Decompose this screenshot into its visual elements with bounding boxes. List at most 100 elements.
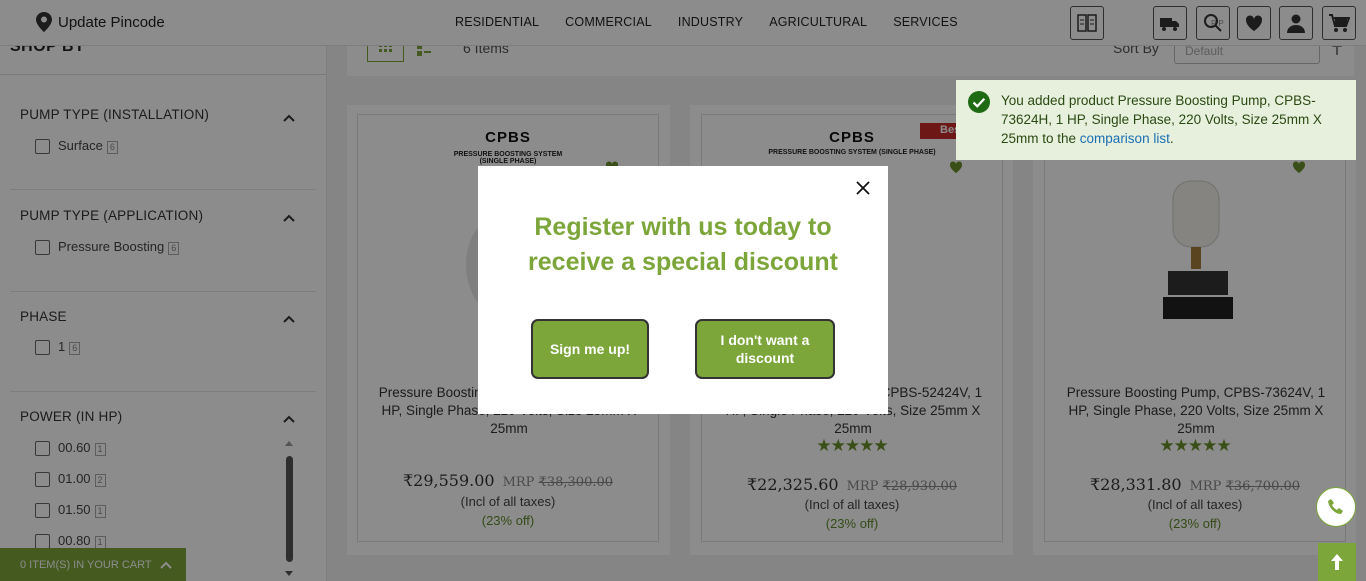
heart-icon[interactable]	[1291, 159, 1307, 175]
product-card[interactable]: Pressure Boosting Pump, CPBS-73624V, 1 H…	[1044, 114, 1346, 542]
compare-icon	[1077, 14, 1097, 32]
taxes-note: (Incl of all taxes)	[460, 494, 556, 509]
rating-stars: ★★★★★	[1159, 436, 1231, 455]
cart-items-text: 0 ITEM(S) IN YOUR CART	[20, 558, 152, 571]
checkbox[interactable]	[35, 440, 50, 456]
mrp-value: ₹38,300.00	[538, 475, 614, 490]
sign-me-up-button[interactable]: Sign me up!	[531, 319, 649, 379]
mrp-value: ₹28,930.00	[882, 479, 958, 494]
checkbox[interactable]	[35, 239, 50, 255]
nav-commercial[interactable]: COMMERCIAL	[565, 15, 652, 29]
checkbox[interactable]	[35, 471, 50, 487]
search-button[interactable]: P P	[1196, 6, 1230, 40]
chevron-up-icon[interactable]	[282, 414, 296, 424]
user-icon	[1287, 14, 1305, 33]
call-button[interactable]	[1316, 487, 1356, 527]
nav-agricultural[interactable]: AGRICULTURAL	[769, 15, 867, 29]
option-count: 2	[94, 474, 106, 487]
best-badge: Best	[920, 123, 964, 139]
register-discount-modal: Register with us today to receive a spec…	[478, 166, 888, 414]
discount-percent: (23% off)	[481, 513, 535, 528]
option-label: 00.60	[58, 440, 91, 455]
filter-option[interactable]: Surface 6	[35, 138, 118, 154]
phone-icon	[1328, 499, 1343, 514]
taxes-note: (Incl of all taxes)	[804, 497, 900, 512]
divider	[0, 74, 327, 75]
mrp-label: MRP	[846, 479, 879, 494]
checkbox[interactable]	[35, 138, 50, 154]
wishlist-button[interactable]	[1237, 6, 1271, 40]
option-label: 00.80	[58, 533, 91, 548]
checkbox[interactable]	[35, 502, 50, 518]
chevron-up-icon[interactable]	[282, 213, 296, 223]
filter-sidebar: SHOP BY PUMP TYPE (INSTALLATION) Surface…	[0, 38, 327, 581]
product-price: ₹28,331.80	[1089, 475, 1182, 494]
product-price: ₹29,559.00	[402, 471, 495, 490]
price-row: ₹28,331.80 MRP ₹36,700.00	[1045, 475, 1345, 494]
scroll-to-top-button[interactable]	[1318, 543, 1356, 581]
check-circle-icon	[968, 91, 990, 113]
mrp-label: MRP	[1189, 479, 1222, 494]
chevron-up-icon	[159, 561, 172, 569]
heart-icon[interactable]	[948, 159, 964, 175]
option-label: 1	[58, 339, 66, 354]
nav-industry[interactable]: INDUSTRY	[678, 15, 743, 29]
filter-option[interactable]: 01.50 1	[35, 502, 106, 518]
rating-stars: ★★★★★	[816, 436, 888, 455]
filter-option[interactable]: 16	[35, 339, 81, 355]
option-label: 01.00	[58, 471, 91, 486]
close-icon[interactable]	[855, 180, 871, 196]
chevron-up-icon[interactable]	[282, 314, 296, 324]
discount-percent: (23% off)	[825, 516, 879, 531]
mrp-label: MRP	[502, 475, 535, 490]
heart-icon	[1245, 15, 1263, 31]
product-name[interactable]: Pressure Boosting Pump, CPBS-73624V, 1 H…	[1055, 384, 1337, 438]
filter-option[interactable]: 00.60 1	[35, 440, 106, 456]
decline-discount-button[interactable]: I don't want a discount	[695, 319, 835, 379]
filter-title-power[interactable]: POWER (IN HP)	[20, 409, 122, 424]
option-count: 1	[94, 443, 106, 456]
option-label: Surface	[58, 138, 103, 153]
comparison-list-link[interactable]: comparison list	[1080, 131, 1170, 146]
option-count: 1	[94, 505, 106, 518]
update-pincode-link[interactable]: Update Pincode	[36, 12, 165, 32]
delivery-truck-icon	[1160, 18, 1179, 31]
mrp-value: ₹36,700.00	[1225, 479, 1301, 494]
price-row: ₹29,559.00 MRP ₹38,300.00	[358, 471, 658, 490]
location-pin-icon	[36, 12, 52, 32]
product-image[interactable]	[1153, 179, 1239, 329]
mini-cart-bar[interactable]: 0 ITEM(S) IN YOUR CART	[0, 548, 186, 581]
cart-button[interactable]	[1322, 6, 1356, 40]
checkbox[interactable]	[35, 339, 50, 355]
search-hint: P P	[1211, 19, 1224, 28]
nav-services[interactable]: SERVICES	[893, 15, 958, 29]
nav-residential[interactable]: RESIDENTIAL	[455, 15, 539, 29]
compare-button[interactable]	[1070, 6, 1104, 40]
toast-tail: .	[1169, 131, 1174, 146]
option-count: 6	[106, 141, 118, 154]
cart-icon	[1329, 14, 1350, 32]
filter-title-application[interactable]: PUMP TYPE (APPLICATION)	[20, 208, 203, 223]
arrow-up-icon	[1331, 554, 1343, 570]
discount-percent: (23% off)	[1168, 516, 1222, 531]
modal-title: Register with us today to receive a spec…	[528, 213, 838, 276]
option-label: 01.50	[58, 502, 91, 517]
price-row: ₹22,325.60 MRP ₹28,930.00	[702, 475, 1002, 494]
scrollbar-thumb[interactable]	[286, 456, 293, 562]
account-button[interactable]	[1279, 6, 1313, 40]
delivery-button[interactable]	[1153, 6, 1187, 40]
option-count: 6	[69, 342, 81, 355]
taxes-note: (Incl of all taxes)	[1147, 497, 1243, 512]
filter-title-phase[interactable]: PHASE	[20, 309, 67, 324]
checkbox[interactable]	[35, 533, 50, 549]
pincode-label: Update Pincode	[58, 13, 165, 31]
product-price: ₹22,325.60	[746, 475, 839, 494]
option-count: 6	[168, 242, 180, 255]
filter-option[interactable]: Pressure Boosting 6	[35, 239, 180, 255]
filter-title-installation[interactable]: PUMP TYPE (INSTALLATION)	[20, 107, 209, 122]
filter-option[interactable]: 00.80 1	[35, 533, 106, 549]
product-brand: CPBS	[485, 129, 531, 146]
success-toast: You added product Pressure Boosting Pump…	[956, 80, 1356, 160]
chevron-up-icon[interactable]	[282, 113, 296, 123]
filter-option[interactable]: 01.00 2	[35, 471, 106, 487]
